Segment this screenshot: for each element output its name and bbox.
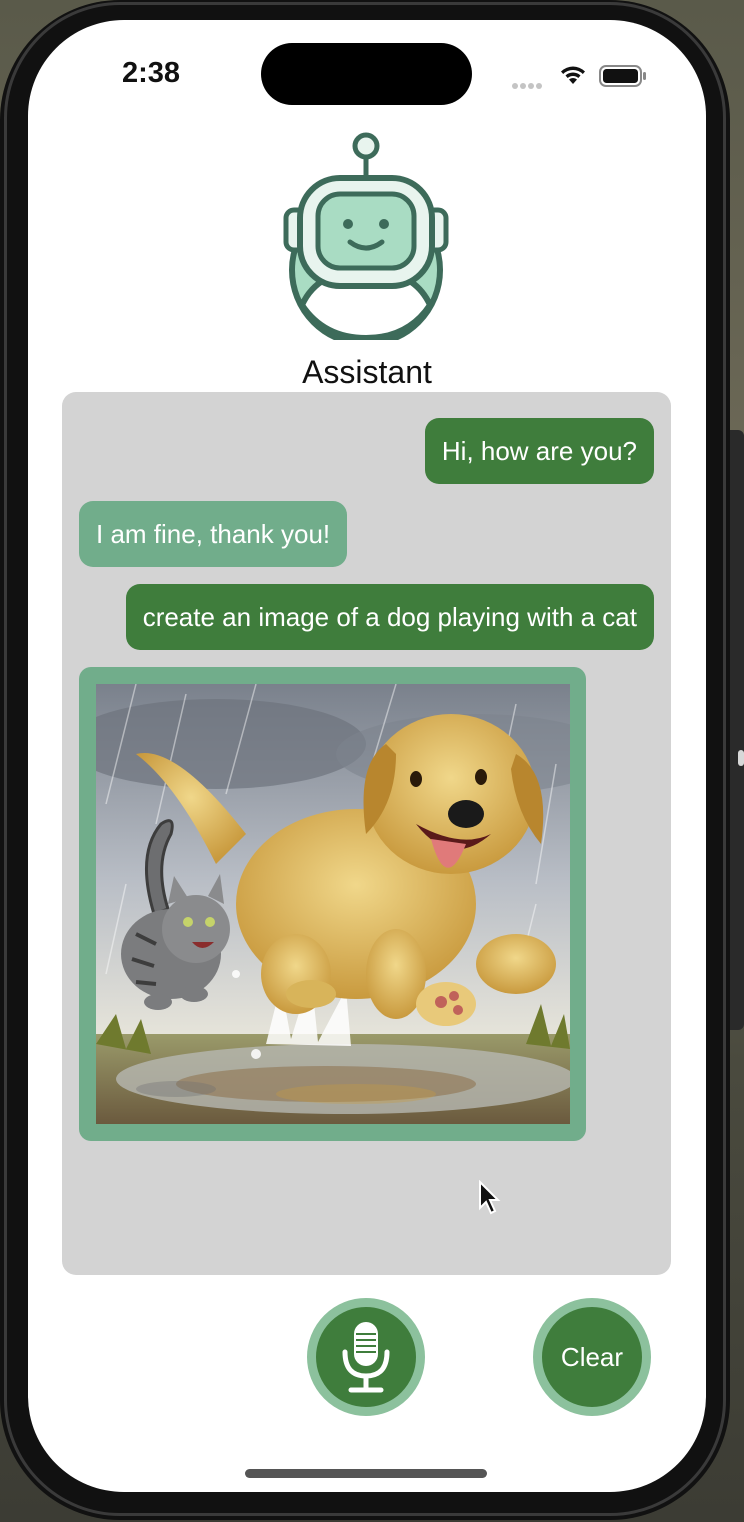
dynamic-island: [261, 43, 472, 105]
chat-panel[interactable]: Hi, how are you? I am fine, thank you! c…: [62, 392, 671, 1275]
cursor-icon: [479, 1180, 501, 1215]
signal-icon: [512, 76, 544, 94]
side-button: [730, 430, 744, 1030]
side-indicator: [738, 750, 744, 766]
microphone-icon: [342, 1322, 390, 1393]
battery-icon: [599, 65, 646, 87]
assistant-name: Assistant: [302, 354, 432, 390]
clear-button[interactable]: Clear: [533, 1298, 651, 1416]
user-message: Hi, how are you?: [424, 418, 654, 484]
microphone-button[interactable]: [307, 1298, 425, 1416]
phone-screen: 2:38 Assistant Hi, how are you? I am fin…: [28, 20, 706, 1492]
robot-avatar-icon: [283, 132, 449, 340]
home-indicator[interactable]: [245, 1469, 487, 1478]
generated-image-message[interactable]: [79, 667, 586, 1141]
user-message: create an image of a dog playing with a …: [125, 584, 654, 650]
wifi-icon: [561, 66, 585, 84]
assistant-message: I am fine, thank you!: [79, 501, 348, 567]
generated-image-dog-and-cat: [96, 684, 570, 1124]
status-time: 2:38: [122, 57, 181, 89]
